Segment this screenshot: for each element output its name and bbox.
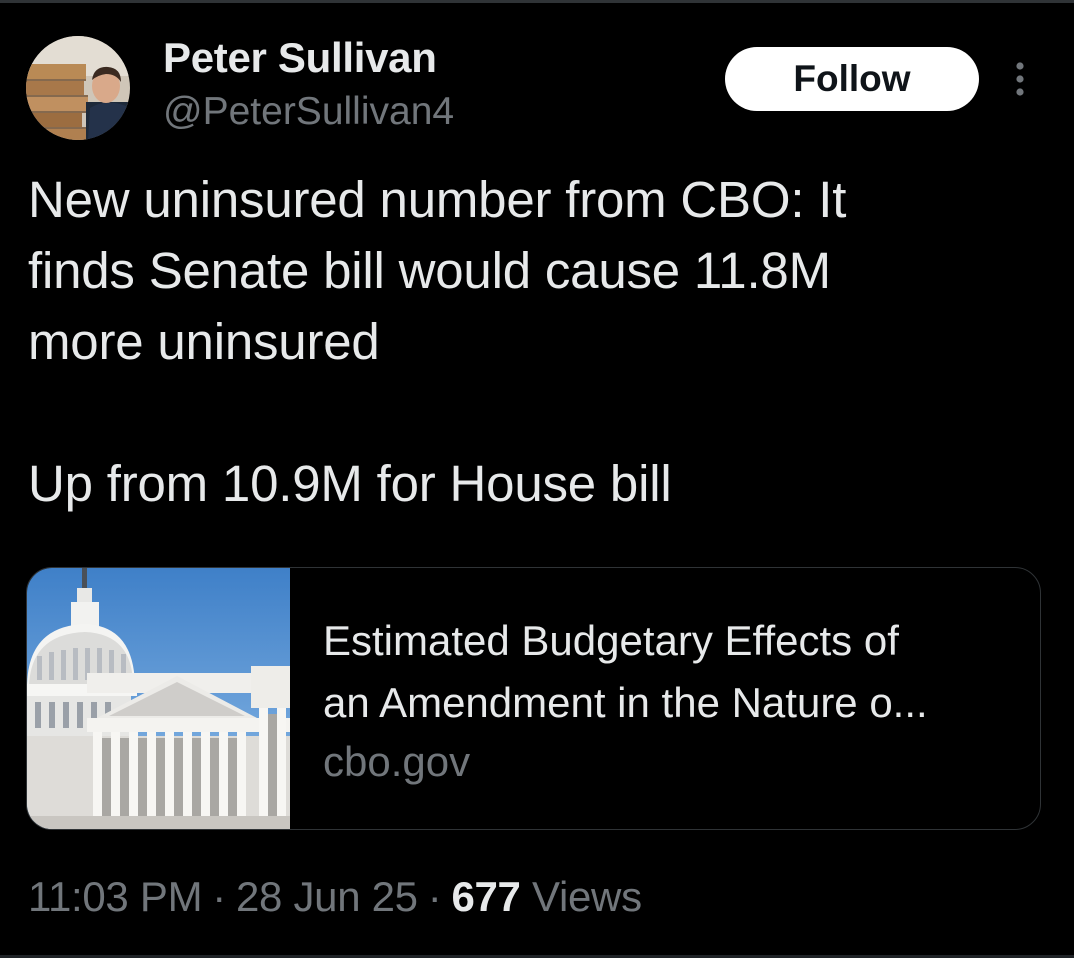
author-name[interactable]: Peter Sullivan <box>163 34 437 82</box>
link-card[interactable]: Estimated Budgetary Effects of an Amendm… <box>26 567 1041 830</box>
follow-button[interactable]: Follow <box>725 47 979 111</box>
link-card-title: Estimated Budgetary Effects of an Amendm… <box>323 610 1013 734</box>
views-count: 677 <box>451 873 521 920</box>
avatar[interactable] <box>26 36 130 140</box>
link-card-title-line1: Estimated Budgetary Effects of <box>323 617 899 664</box>
link-card-title-line2: an Amendment in the Nature o... <box>323 679 928 726</box>
tweet-time[interactable]: 11:03 PM <box>28 873 203 920</box>
tweet-meta: 11:03 PM · 28 Jun 25 · 677 Views <box>28 873 642 921</box>
more-vertical-icon[interactable] <box>1008 60 1032 100</box>
views-label: Views <box>532 873 642 920</box>
avatar-photo <box>26 36 130 140</box>
author-handle[interactable]: @PeterSullivan4 <box>163 90 454 134</box>
us-capitol-photo <box>27 568 290 829</box>
meta-separator: · <box>427 873 442 920</box>
tweet-date[interactable]: 28 Jun 25 <box>236 873 418 920</box>
tweet-text: New uninsured number from CBO: It finds … <box>28 171 847 512</box>
meta-separator: · <box>212 873 226 920</box>
top-divider <box>0 0 1074 3</box>
link-card-domain: cbo.gov <box>323 738 471 785</box>
